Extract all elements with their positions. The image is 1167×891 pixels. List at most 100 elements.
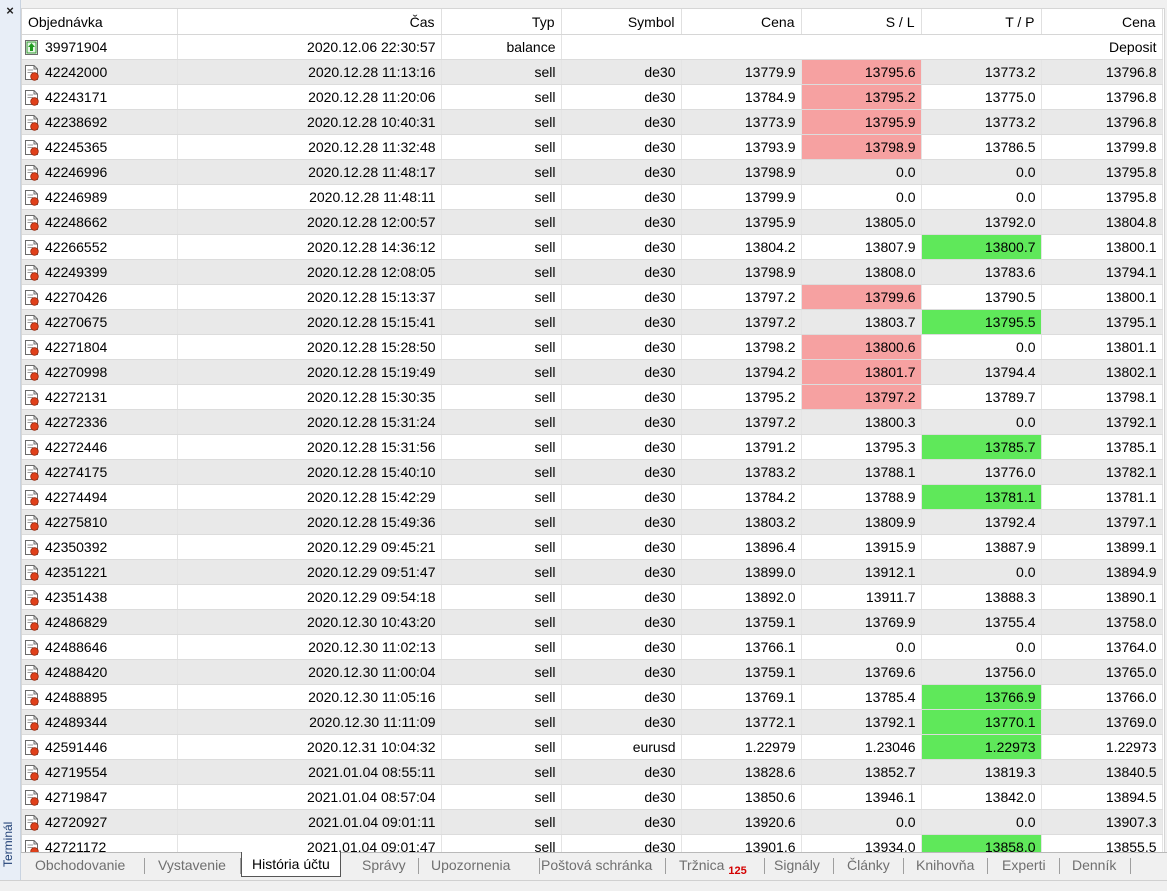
order-document-icon: [25, 439, 39, 456]
table-row[interactable]: 42242000 2020.12.28 11:13:16 sell de30 13779…: [22, 59, 1163, 85]
table-row[interactable]: 42246989 2020.12.28 11:48:11 sell de30 13799…: [22, 184, 1163, 210]
cell-order: 42248662: [22, 209, 178, 235]
tab-separator: [539, 858, 540, 874]
cell-order: 42245365: [22, 134, 178, 160]
close-icon[interactable]: ×: [0, 1, 20, 21]
table-row[interactable]: 42272446 2020.12.28 15:31:56 sell de30 13791…: [22, 434, 1163, 460]
table-row[interactable]: 42249399 2020.12.28 12:08:05 sell de30 13798…: [22, 259, 1163, 285]
cell-type: sell: [441, 409, 562, 435]
cell-type: sell: [441, 784, 562, 810]
column-header-time[interactable]: Čas: [177, 9, 442, 35]
history-table: Objednávka Čas Typ Symbol Cena S / L T /…: [22, 9, 1163, 854]
table-row[interactable]: 42266552 2020.12.28 14:36:12 sell de30 13804…: [22, 234, 1163, 260]
cell-time: 2020.12.28 14:36:12: [177, 234, 442, 260]
cell-order: 39971904: [22, 34, 178, 60]
column-header-close-price[interactable]: Cena: [1041, 9, 1163, 35]
table-row[interactable]: 42351221 2020.12.29 09:51:47 sell de30 13899…: [22, 559, 1163, 585]
order-document-icon: [25, 164, 39, 181]
cell-type: sell: [441, 259, 562, 285]
cell-order: 42591446: [22, 734, 178, 760]
column-header-tp[interactable]: T / P: [921, 9, 1042, 35]
cell-time: 2021.01.04 08:57:04: [177, 784, 442, 810]
tab-12[interactable]: Denník: [1072, 853, 1116, 877]
table-row[interactable]: 42274175 2020.12.28 15:40:10 sell de30 13783…: [22, 459, 1163, 485]
cell-symbol: de30: [561, 559, 682, 585]
table-row[interactable]: 42351438 2020.12.29 09:54:18 sell de30 13892…: [22, 584, 1163, 610]
cell-price: 13803.2: [681, 509, 802, 535]
cell-type: sell: [441, 684, 562, 710]
table-row[interactable]: 42489344 2020.12.30 11:11:09 sell de30 13772…: [22, 709, 1163, 735]
table-row[interactable]: 42270675 2020.12.28 15:15:41 sell de30 13797…: [22, 309, 1163, 335]
order-number: 42238692: [45, 113, 108, 130]
table-row[interactable]: 42275810 2020.12.28 15:49:36 sell de30 13803…: [22, 509, 1163, 535]
table-row[interactable]: 42719847 2021.01.04 08:57:04 sell de30 13850…: [22, 784, 1163, 810]
cell-sl: 0.0: [801, 809, 922, 835]
tab-5[interactable]: Upozornenia: [431, 853, 510, 877]
cell-symbol: de30: [561, 759, 682, 785]
tab-6[interactable]: Poštová schránka: [541, 853, 652, 877]
table-row[interactable]: 42488420 2020.12.30 11:00:04 sell de30 13759…: [22, 659, 1163, 685]
cell-time: 2020.12.28 15:31:56: [177, 434, 442, 460]
history-table-container[interactable]: Objednávka Čas Typ Symbol Cena S / L T /…: [21, 8, 1165, 855]
table-row[interactable]: 42238692 2020.12.28 10:40:31 sell de30 13773…: [22, 109, 1163, 135]
cell-tp: 1.22973: [921, 734, 1042, 760]
cell-price: 13783.2: [681, 459, 802, 485]
table-header-row: Objednávka Čas Typ Symbol Cena S / L T /…: [22, 9, 1163, 35]
cell-type: sell: [441, 709, 562, 735]
tab-3[interactable]: História účtu: [241, 852, 341, 877]
cell-symbol: de30: [561, 234, 682, 260]
table-row[interactable]: 42486829 2020.12.30 10:43:20 sell de30 13759…: [22, 609, 1163, 635]
table-row[interactable]: 42270998 2020.12.28 15:19:49 sell de30 13794…: [22, 359, 1163, 385]
table-row[interactable]: 42245365 2020.12.28 11:32:48 sell de30 13793…: [22, 134, 1163, 160]
cell-type: sell: [441, 534, 562, 560]
tab-9[interactable]: Články: [847, 853, 890, 877]
cell-order: 42246996: [22, 159, 178, 185]
tab-label: Vystavenie: [158, 857, 226, 873]
table-row[interactable]: 42488646 2020.12.30 11:02:13 sell de30 13766…: [22, 634, 1163, 660]
table-row[interactable]: 42350392 2020.12.29 09:45:21 sell de30 13896…: [22, 534, 1163, 560]
tab-8[interactable]: Signály: [774, 853, 820, 877]
order-document-icon: [25, 314, 39, 331]
table-row[interactable]: 42274494 2020.12.28 15:42:29 sell de30 13784…: [22, 484, 1163, 510]
table-row[interactable]: 42272336 2020.12.28 15:31:24 sell de30 13797…: [22, 409, 1163, 435]
cell-sl: 1.23046: [801, 734, 922, 760]
table-row[interactable]: 42272131 2020.12.28 15:30:35 sell de30 13795…: [22, 384, 1163, 410]
table-row[interactable]: 42720927 2021.01.04 09:01:11 sell de30 13920…: [22, 809, 1163, 835]
table-row[interactable]: 42488895 2020.12.30 11:05:16 sell de30 13769…: [22, 684, 1163, 710]
table-row[interactable]: 42719554 2021.01.04 08:55:11 sell de30 13828…: [22, 759, 1163, 785]
cell-order: 42272336: [22, 409, 178, 435]
cell-tp: 13785.7: [921, 434, 1042, 460]
tab-4[interactable]: Správy: [362, 853, 406, 877]
cell-symbol: de30: [561, 334, 682, 360]
tab-1[interactable]: Obchodovanie: [35, 853, 125, 877]
table-row[interactable]: 42243171 2020.12.28 11:20:06 sell de30 13784…: [22, 84, 1163, 110]
table-row[interactable]: 42591446 2020.12.31 10:04:32 sell eurusd 1.2…: [22, 734, 1163, 760]
column-header-symbol[interactable]: Symbol: [561, 9, 682, 35]
cell-symbol: de30: [561, 784, 682, 810]
table-row[interactable]: 42270426 2020.12.28 15:13:37 sell de30 13797…: [22, 284, 1163, 310]
cell-symbol: de30: [561, 259, 682, 285]
cell-order: 42274494: [22, 484, 178, 510]
column-header-price[interactable]: Cena: [681, 9, 802, 35]
cell-symbol: de30: [561, 84, 682, 110]
table-row[interactable]: 42271804 2020.12.28 15:28:50 sell de30 13798…: [22, 334, 1163, 360]
cell-time: 2020.12.28 11:32:48: [177, 134, 442, 160]
column-header-type[interactable]: Typ: [441, 9, 562, 35]
tab-7[interactable]: Tržnica 125: [679, 853, 747, 877]
order-document-icon: [25, 689, 39, 706]
table-row[interactable]: 42248662 2020.12.28 12:00:57 sell de30 13795…: [22, 209, 1163, 235]
cell-symbol: de30: [561, 159, 682, 185]
column-header-order[interactable]: Objednávka: [22, 9, 178, 35]
tab-11[interactable]: Experti: [1002, 853, 1046, 877]
tab-2[interactable]: Vystavenie: [158, 853, 226, 877]
cell-price: 13784.9: [681, 84, 802, 110]
cell-sl: 13800.3: [801, 409, 922, 435]
cell-sl: 13795.9: [801, 109, 922, 135]
table-row[interactable]: 42246996 2020.12.28 11:48:17 sell de30 13798…: [22, 159, 1163, 185]
cell-type: sell: [441, 59, 562, 85]
column-header-sl[interactable]: S / L: [801, 9, 922, 35]
cell-time: 2020.12.28 15:40:10: [177, 459, 442, 485]
table-row-balance[interactable]: 39971904 2020.12.06 22:30:57 balance Dep…: [22, 34, 1163, 60]
tab-10[interactable]: Knihovňa: [916, 853, 974, 877]
tab-label: Obchodovanie: [35, 857, 126, 873]
